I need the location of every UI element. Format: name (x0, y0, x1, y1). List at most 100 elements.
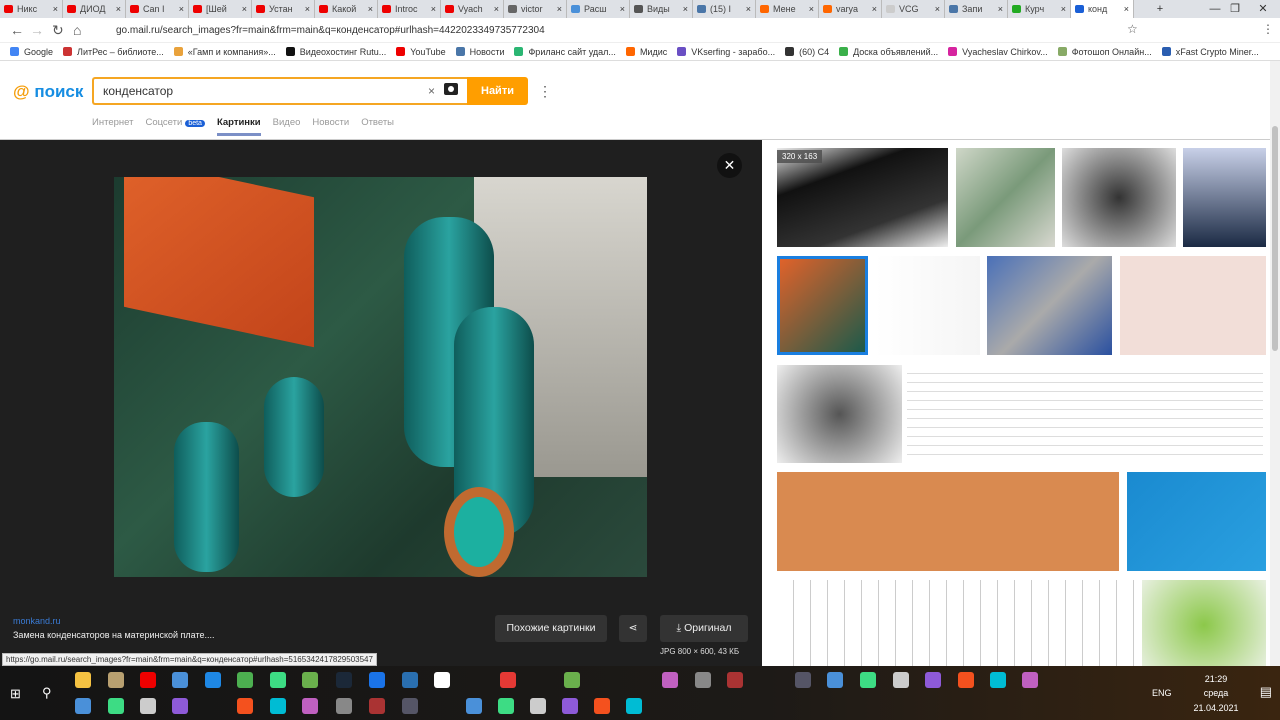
tab-close-icon[interactable]: × (746, 4, 751, 14)
taskbar-app-icon[interactable] (336, 698, 352, 714)
taskbar-app-icon[interactable] (562, 698, 578, 714)
bookmark-item[interactable]: YouTube (396, 47, 446, 57)
tab-close-icon[interactable]: × (620, 4, 625, 14)
thumbnail[interactable] (777, 365, 902, 463)
browser-tab[interactable]: Виды × (630, 0, 693, 18)
bookmark-item[interactable]: Фриланс сайт удал... (514, 47, 616, 57)
browser-tab[interactable]: Никс × (0, 0, 63, 18)
search-input[interactable]: конденсатор (92, 77, 468, 105)
taskbar-app-icon[interactable] (369, 698, 385, 714)
bookmark-item[interactable]: Vyacheslav Chirkov... (948, 47, 1048, 57)
taskbar-app-icon[interactable] (75, 672, 91, 688)
tab-close-icon[interactable]: × (935, 4, 940, 14)
tab-social[interactable]: Соцсети beta (145, 117, 205, 136)
taskbar-app-icon[interactable] (893, 672, 909, 688)
forward-icon[interactable]: → (30, 22, 44, 38)
tab-close-icon[interactable]: × (53, 4, 58, 14)
taskbar-app-icon[interactable] (205, 672, 221, 688)
tab-close-icon[interactable]: × (1061, 4, 1066, 14)
browser-tab[interactable]: Vyach × (441, 0, 504, 18)
taskbar-app-icon[interactable] (140, 672, 156, 688)
browser-tab[interactable]: varya × (819, 0, 882, 18)
close-viewer-button[interactable]: ✕ (717, 153, 742, 178)
browser-tab[interactable]: Расш × (567, 0, 630, 18)
thumbnail[interactable] (875, 256, 980, 355)
tab-close-icon[interactable]: × (557, 4, 562, 14)
url-input[interactable]: go.mail.ru/search_images?fr=main&frm=mai… (98, 21, 1148, 40)
bookmark-item[interactable]: Мидис (625, 47, 667, 57)
taskbar-app-icon[interactable] (564, 672, 580, 688)
taskbar-app-icon[interactable] (594, 698, 610, 714)
tab-close-icon[interactable]: × (1124, 4, 1129, 14)
taskbar-app-icon[interactable] (727, 672, 743, 688)
browser-tab[interactable]: ДИОД × (63, 0, 126, 18)
menu-icon[interactable]: ⋮ (1262, 22, 1274, 36)
taskbar-app-icon[interactable] (626, 698, 642, 714)
thumbnail[interactable] (1183, 148, 1266, 247)
taskbar-app-icon[interactable] (336, 672, 352, 688)
taskbar-app-icon[interactable] (172, 672, 188, 688)
browser-tab[interactable]: Устан × (252, 0, 315, 18)
notifications-icon[interactable]: ▤ (1260, 684, 1272, 700)
tab-images[interactable]: Картинки (216, 117, 261, 136)
taskbar-app-icon[interactable] (925, 672, 941, 688)
back-icon[interactable]: ← (10, 22, 24, 38)
browser-tab[interactable]: Мене × (756, 0, 819, 18)
taskbar-app-icon[interactable] (75, 698, 91, 714)
bookmark-item[interactable]: VKserfing - зарабо... (677, 47, 775, 57)
language-indicator[interactable]: ENG (1152, 688, 1182, 698)
tab-close-icon[interactable]: × (116, 4, 121, 14)
windows-start-icon[interactable]: ⊞ (10, 686, 21, 702)
bookmark-item[interactable]: Фотошоп Онлайн... (1057, 47, 1152, 57)
bookmark-item[interactable]: ЛитРес – библиоте... (63, 47, 164, 57)
share-button[interactable]: ⋖ (619, 615, 647, 642)
thumbnail[interactable] (1142, 580, 1266, 666)
taskbar-app-icon[interactable] (434, 672, 450, 688)
bookmark-item[interactable]: (60) С4 (785, 47, 829, 57)
browser-tab[interactable]: Introc × (378, 0, 441, 18)
taskbar-app-icon[interactable] (990, 672, 1006, 688)
taskbar-app-icon[interactable] (270, 698, 286, 714)
thumbnail[interactable]: 320 x 163 (777, 148, 948, 247)
taskbar-app-icon[interactable] (302, 698, 318, 714)
tab-close-icon[interactable]: × (431, 4, 436, 14)
page-scrollbar[interactable] (1270, 61, 1280, 666)
browser-tab[interactable]: (15) I × (693, 0, 756, 18)
thumbnail[interactable] (1127, 472, 1266, 571)
taskbar-app-icon[interactable] (237, 672, 253, 688)
close-window-button[interactable]: ✕ (1248, 0, 1278, 18)
tab-close-icon[interactable]: × (305, 4, 310, 14)
browser-tab[interactable]: VCG × (882, 0, 945, 18)
browser-tab[interactable]: конд × (1071, 0, 1134, 18)
browser-tab[interactable]: [Шей × (189, 0, 252, 18)
tab-video[interactable]: Видео (273, 117, 301, 136)
tab-close-icon[interactable]: × (242, 4, 247, 14)
more-options-icon[interactable]: ⋮ (538, 83, 552, 100)
taskbar-app-icon[interactable] (172, 698, 188, 714)
preview-image[interactable] (114, 177, 647, 577)
tab-close-icon[interactable]: × (872, 4, 877, 14)
taskbar-app-icon[interactable] (140, 698, 156, 714)
taskbar-app-icon[interactable] (402, 672, 418, 688)
thumbnail[interactable] (777, 580, 1135, 666)
home-icon[interactable]: ⌂ (73, 22, 81, 38)
taskbar-app-icon[interactable] (302, 672, 318, 688)
thumbnail[interactable] (956, 148, 1055, 247)
camera-icon[interactable] (444, 83, 458, 95)
taskbar-app-icon[interactable] (108, 672, 124, 688)
tab-close-icon[interactable]: × (368, 4, 373, 14)
taskbar-app-icon[interactable] (500, 672, 516, 688)
original-button[interactable]: ⤓ Оригинал (660, 615, 748, 642)
tab-news[interactable]: Новости (312, 117, 349, 136)
clock-time[interactable]: 21:29 (1196, 674, 1236, 684)
browser-tab[interactable]: Какой × (315, 0, 378, 18)
bookmark-star-icon[interactable]: ☆ (1127, 22, 1138, 36)
taskbar-app-icon[interactable] (466, 698, 482, 714)
tab-close-icon[interactable]: × (683, 4, 688, 14)
similar-images-button[interactable]: Похожие картинки (495, 615, 607, 642)
maximize-button[interactable]: ❐ (1220, 0, 1250, 18)
mail-search-logo[interactable]: @ поиск (13, 82, 83, 102)
taskbar-app-icon[interactable] (498, 698, 514, 714)
bookmark-item[interactable]: Видеохостинг Rutu... (285, 47, 386, 57)
taskbar-app-icon[interactable] (662, 672, 678, 688)
